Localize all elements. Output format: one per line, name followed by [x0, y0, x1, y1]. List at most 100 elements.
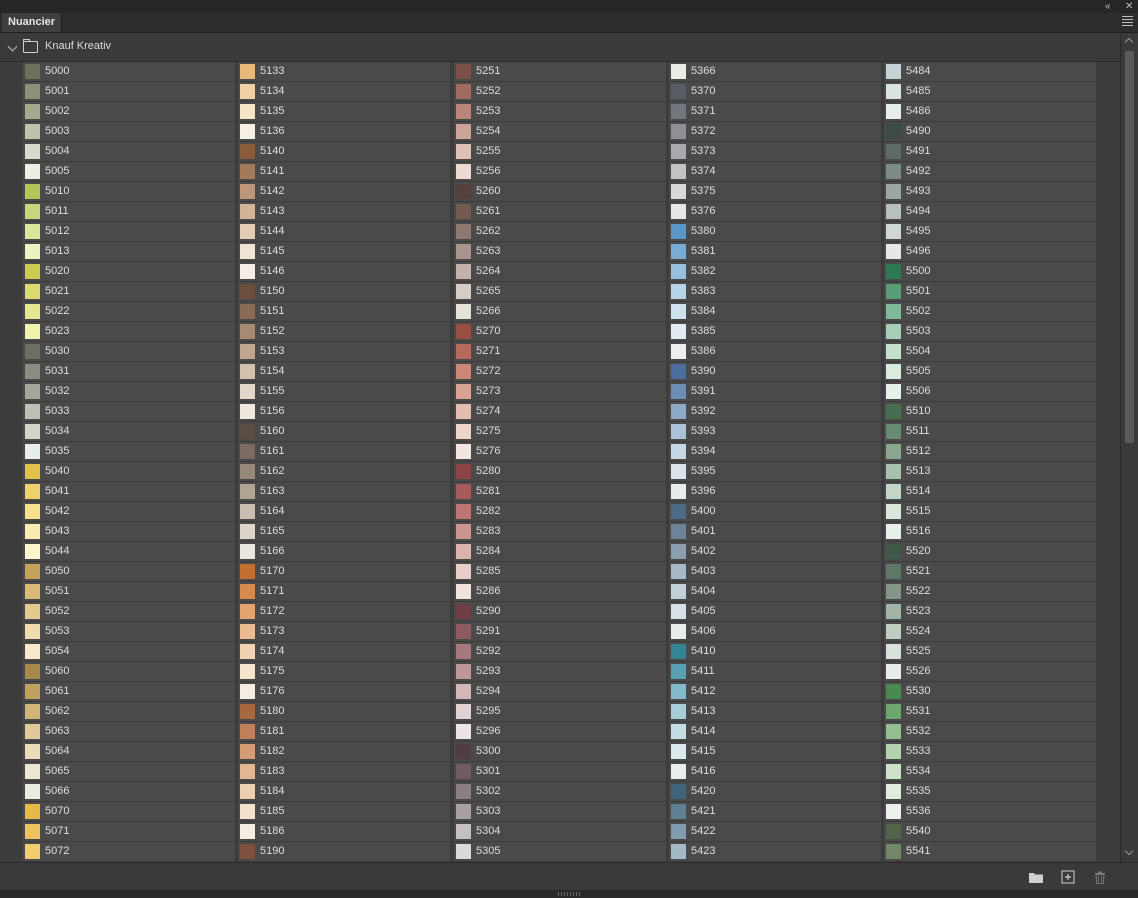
swatch-item[interactable]: 5301	[454, 762, 666, 781]
swatch-item[interactable]: 5272	[454, 362, 666, 381]
swatch-item[interactable]: 5390	[669, 362, 881, 381]
swatch-item[interactable]: 5293	[454, 662, 666, 681]
new-swatch-icon[interactable]	[1060, 869, 1076, 885]
swatch-item[interactable]: 5510	[884, 402, 1096, 421]
swatch-item[interactable]: 5163	[238, 482, 450, 501]
swatch-item[interactable]: 5403	[669, 562, 881, 581]
swatch-item[interactable]: 5422	[669, 822, 881, 841]
swatch-item[interactable]: 5035	[23, 442, 235, 461]
swatch-item[interactable]: 5066	[23, 782, 235, 801]
swatch-item[interactable]: 5162	[238, 462, 450, 481]
swatch-item[interactable]: 5416	[669, 762, 881, 781]
swatch-item[interactable]: 5405	[669, 602, 881, 621]
swatch-item[interactable]: 5182	[238, 742, 450, 761]
swatch-item[interactable]: 5530	[884, 682, 1096, 701]
swatch-item[interactable]: 5394	[669, 442, 881, 461]
swatch-item[interactable]: 5284	[454, 542, 666, 561]
swatch-item[interactable]: 5292	[454, 642, 666, 661]
swatch-item[interactable]: 5251	[454, 62, 666, 81]
swatch-item[interactable]: 5053	[23, 622, 235, 641]
swatch-item[interactable]: 5271	[454, 342, 666, 361]
swatch-item[interactable]: 5012	[23, 222, 235, 241]
swatch-item[interactable]: 5503	[884, 322, 1096, 341]
swatch-item[interactable]: 5294	[454, 682, 666, 701]
swatch-item[interactable]: 5154	[238, 362, 450, 381]
swatch-item[interactable]: 5302	[454, 782, 666, 801]
swatch-item[interactable]: 5413	[669, 702, 881, 721]
swatch-item[interactable]: 5184	[238, 782, 450, 801]
swatch-item[interactable]: 5511	[884, 422, 1096, 441]
swatch-item[interactable]: 5486	[884, 102, 1096, 121]
swatch-item[interactable]: 5004	[23, 142, 235, 161]
swatch-item[interactable]: 5415	[669, 742, 881, 761]
swatch-item[interactable]: 5396	[669, 482, 881, 501]
swatch-item[interactable]: 5300	[454, 742, 666, 761]
swatch-item[interactable]: 5265	[454, 282, 666, 301]
swatch-item[interactable]: 5285	[454, 562, 666, 581]
swatch-item[interactable]: 5010	[23, 182, 235, 201]
swatch-item[interactable]: 5001	[23, 82, 235, 101]
swatch-item[interactable]: 5375	[669, 182, 881, 201]
swatch-item[interactable]: 5160	[238, 422, 450, 441]
swatch-item[interactable]: 5164	[238, 502, 450, 521]
swatch-item[interactable]: 5276	[454, 442, 666, 461]
swatch-item[interactable]: 5022	[23, 302, 235, 321]
swatch-item[interactable]: 5513	[884, 462, 1096, 481]
swatch-item[interactable]: 5034	[23, 422, 235, 441]
swatch-item[interactable]: 5495	[884, 222, 1096, 241]
swatch-item[interactable]: 5374	[669, 162, 881, 181]
swatch-item[interactable]: 5141	[238, 162, 450, 181]
swatch-item[interactable]: 5381	[669, 242, 881, 261]
swatch-item[interactable]: 5286	[454, 582, 666, 601]
swatch-item[interactable]: 5500	[884, 262, 1096, 281]
swatch-item[interactable]: 5042	[23, 502, 235, 521]
swatch-item[interactable]: 5496	[884, 242, 1096, 261]
swatch-item[interactable]: 5384	[669, 302, 881, 321]
swatch-item[interactable]: 5502	[884, 302, 1096, 321]
swatch-item[interactable]: 5143	[238, 202, 450, 221]
scrollbar-thumb[interactable]	[1125, 51, 1134, 443]
swatch-item[interactable]: 5270	[454, 322, 666, 341]
swatch-item[interactable]: 5393	[669, 422, 881, 441]
close-icon[interactable]: ✕	[1125, 0, 1133, 13]
swatch-item[interactable]: 5540	[884, 822, 1096, 841]
swatch-item[interactable]: 5282	[454, 502, 666, 521]
swatch-item[interactable]: 5371	[669, 102, 881, 121]
swatch-item[interactable]: 5060	[23, 662, 235, 681]
swatch-item[interactable]: 5065	[23, 762, 235, 781]
swatch-item[interactable]: 5512	[884, 442, 1096, 461]
swatch-item[interactable]: 5295	[454, 702, 666, 721]
swatch-item[interactable]: 5044	[23, 542, 235, 561]
swatch-item[interactable]: 5541	[884, 842, 1096, 861]
swatch-item[interactable]: 5524	[884, 622, 1096, 641]
swatch-item[interactable]: 5395	[669, 462, 881, 481]
scroll-up-icon[interactable]	[1124, 37, 1134, 47]
swatch-item[interactable]: 5155	[238, 382, 450, 401]
swatch-item[interactable]: 5253	[454, 102, 666, 121]
panel-menu-icon[interactable]	[1122, 16, 1133, 27]
swatch-item[interactable]: 5172	[238, 602, 450, 621]
swatch-item[interactable]: 5373	[669, 142, 881, 161]
swatch-item[interactable]: 5161	[238, 442, 450, 461]
swatch-item[interactable]: 5005	[23, 162, 235, 181]
swatch-item[interactable]: 5523	[884, 602, 1096, 621]
swatch-item[interactable]: 5050	[23, 562, 235, 581]
swatch-item[interactable]: 5165	[238, 522, 450, 541]
swatch-item[interactable]: 5150	[238, 282, 450, 301]
swatch-item[interactable]: 5531	[884, 702, 1096, 721]
swatch-item[interactable]: 5382	[669, 262, 881, 281]
swatch-item[interactable]: 5013	[23, 242, 235, 261]
swatch-item[interactable]: 5305	[454, 842, 666, 861]
swatch-item[interactable]: 5535	[884, 782, 1096, 801]
swatch-item[interactable]: 5142	[238, 182, 450, 201]
swatch-item[interactable]: 5283	[454, 522, 666, 541]
swatch-item[interactable]: 5002	[23, 102, 235, 121]
swatch-item[interactable]: 5520	[884, 542, 1096, 561]
swatch-item[interactable]: 5136	[238, 122, 450, 141]
folder-icon[interactable]	[1028, 869, 1044, 885]
swatch-item[interactable]: 5401	[669, 522, 881, 541]
swatch-item[interactable]: 5533	[884, 742, 1096, 761]
swatch-item[interactable]: 5175	[238, 662, 450, 681]
swatch-item[interactable]: 5485	[884, 82, 1096, 101]
swatch-item[interactable]: 5383	[669, 282, 881, 301]
